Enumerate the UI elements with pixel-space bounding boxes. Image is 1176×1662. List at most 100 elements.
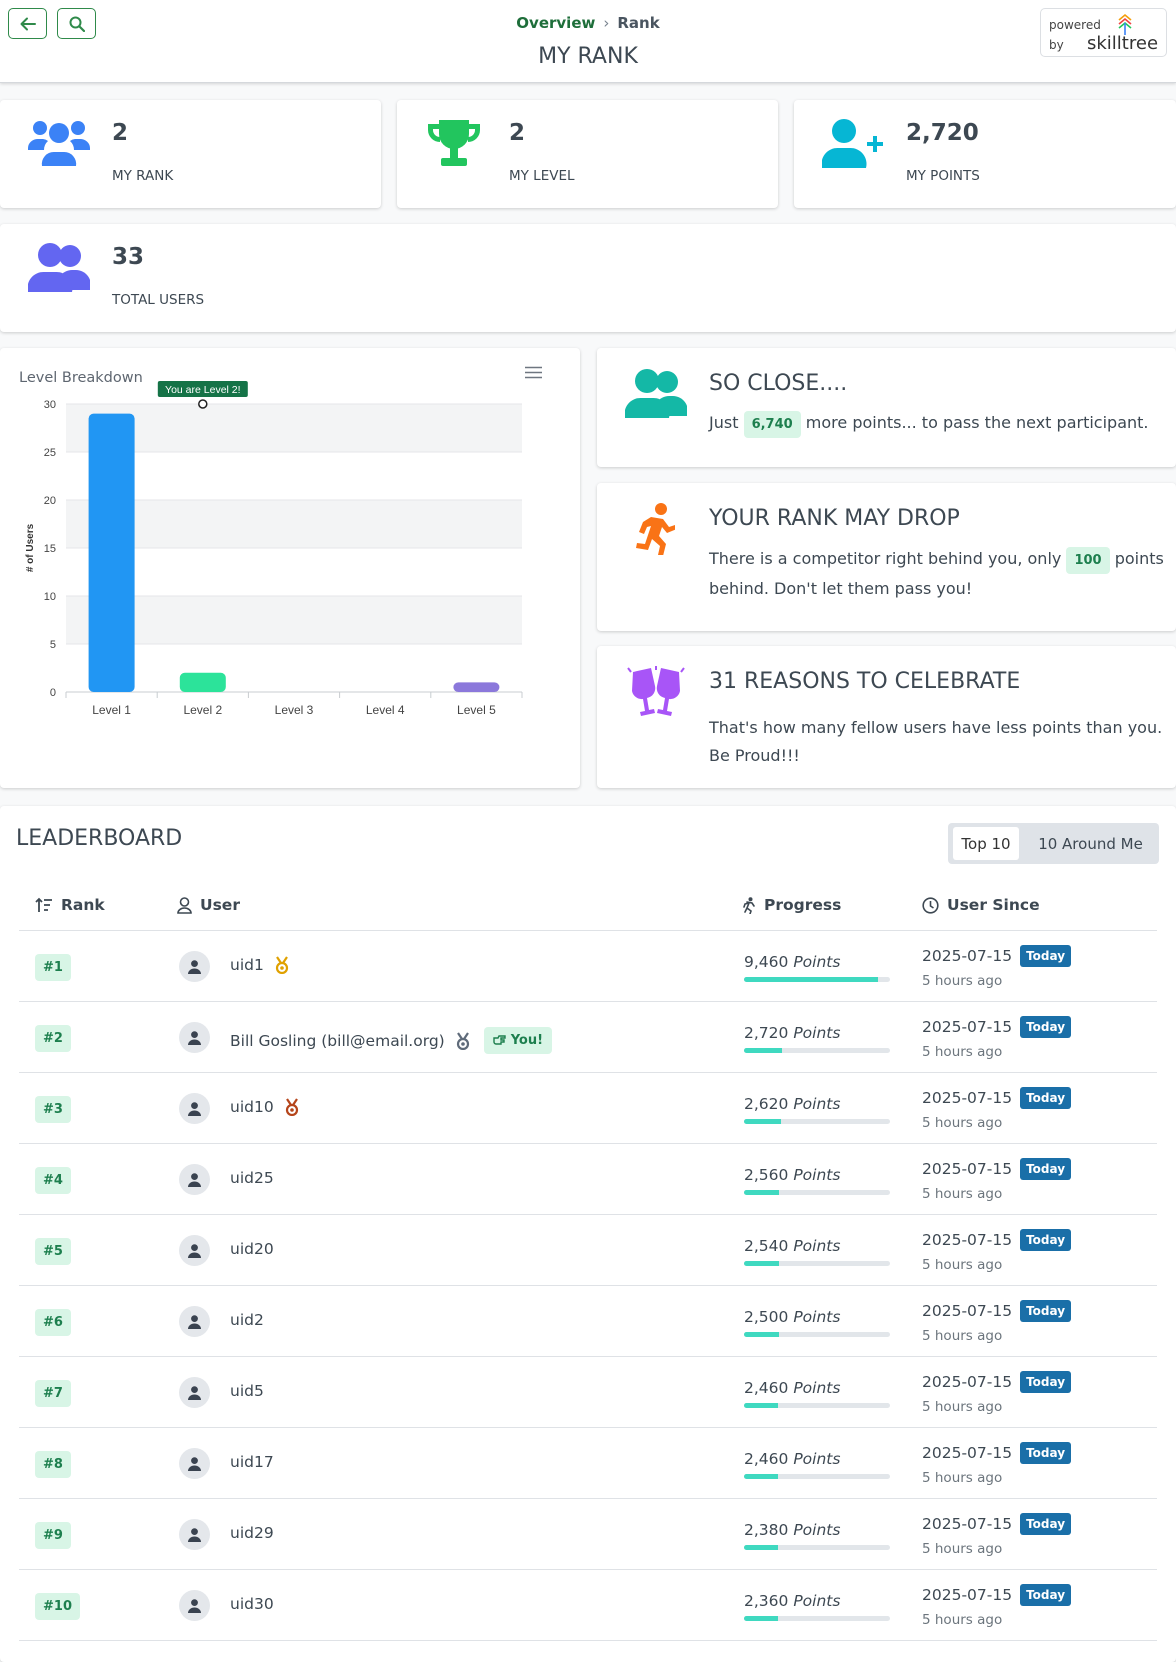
my-rank-value: 2	[112, 120, 129, 146]
running-icon	[743, 896, 755, 914]
user-friends-icon	[625, 369, 687, 418]
points-unit: Points	[793, 1450, 841, 1468]
page-title: MY RANK	[538, 44, 638, 69]
points-value: 2,620 Points	[744, 1095, 840, 1113]
time-ago: 5 hours ago	[922, 1470, 1003, 1486]
annotation-label: You are Level 2!	[165, 384, 241, 396]
bar-level-2	[179, 672, 226, 692]
points-value: 2,460 Points	[744, 1379, 840, 1397]
user-since-date: 2025-07-15	[922, 947, 1013, 965]
user-name-cell: uid2	[230, 1311, 264, 1329]
breadcrumb-overview[interactable]: Overview	[516, 14, 595, 32]
rank-badge: #7	[35, 1380, 71, 1407]
table-row: #10 uid30 2,360 Points 2025-07-15 Today 5…	[19, 1570, 1157, 1641]
reasons-to-celebrate-card: 31 REASONS TO CELEBRATE That's how many …	[597, 646, 1176, 788]
points-unit: Points	[793, 1166, 841, 1184]
avatar	[179, 1306, 210, 1337]
user-name: Bill Gosling (bill@email.org)	[230, 1031, 445, 1050]
points-number: 2,620	[744, 1095, 789, 1113]
table-row: #2 Bill Gosling (bill@email.org) You! 2,…	[19, 1002, 1157, 1073]
points-behind-badge: 100	[1066, 547, 1110, 574]
points-to-pass-badge: 6,740	[743, 411, 801, 438]
rank-column-header[interactable]: Rank	[35, 896, 105, 914]
total-users-value: 33	[112, 244, 145, 270]
y-tick-label: 25	[44, 447, 56, 459]
points-value: 2,720 Points	[744, 1024, 840, 1042]
user-name: uid5	[230, 1382, 264, 1400]
user-name: uid1	[230, 956, 264, 974]
table-row: #9 uid29 2,380 Points 2025-07-15 Today 5 …	[19, 1499, 1157, 1570]
today-badge: Today	[1020, 1584, 1072, 1606]
progress-bar-fill	[744, 1545, 778, 1550]
progress-bar-fill	[744, 1616, 778, 1621]
user-friends-icon	[28, 243, 90, 292]
user-icon	[188, 1101, 201, 1116]
running-icon	[636, 503, 675, 555]
y-axis-label: # of Users	[25, 523, 36, 572]
time-ago: 5 hours ago	[922, 1186, 1003, 1202]
user-since-date: 2025-07-15	[922, 1444, 1013, 1462]
skilltree-logo-icon	[1118, 13, 1132, 35]
avatar	[179, 1164, 210, 1195]
medal-icon	[456, 1031, 469, 1050]
user-icon	[188, 1243, 201, 1258]
progress-bar	[744, 1261, 890, 1266]
user-since-date: 2025-07-15	[922, 1160, 1013, 1178]
user-icon	[188, 1172, 201, 1187]
user-header-label: User	[200, 896, 240, 914]
user-name: uid20	[230, 1240, 274, 1258]
y-tick-label: 15	[44, 543, 56, 555]
clock-icon	[922, 896, 939, 914]
points-number: 2,560	[744, 1166, 789, 1184]
user-since-cell: 2025-07-15 Today	[922, 1158, 1072, 1180]
top-10-button[interactable]: Top 10	[953, 827, 1019, 860]
progress-bar	[744, 1190, 890, 1195]
user-plus-icon	[822, 119, 883, 168]
user-name-cell: uid30	[230, 1595, 274, 1613]
today-badge: Today	[1020, 1087, 1072, 1109]
user-since-cell: 2025-07-15 Today	[922, 1442, 1072, 1464]
you-label: You!	[510, 1033, 544, 1048]
so-close-title: SO CLOSE....	[709, 371, 848, 396]
stat-card-my-rank: 2 MY RANK	[0, 100, 381, 208]
x-tick-label: Level 2	[183, 703, 222, 717]
user-name: uid25	[230, 1169, 274, 1187]
around-me-button[interactable]: 10 Around Me	[1028, 827, 1153, 860]
today-badge: Today	[1020, 945, 1072, 967]
points-unit: Points	[793, 1095, 841, 1113]
user-name-cell: uid25	[230, 1169, 274, 1187]
points-number: 2,460	[744, 1450, 789, 1468]
bar-level-1	[88, 413, 135, 692]
table-row: #6 uid2 2,500 Points 2025-07-15 Today 5 h…	[19, 1286, 1157, 1357]
level-breakdown-chart: 0 5 10 15 20 25 30 Level 1 Level 2 Level 3 Level 4…	[25, 381, 523, 717]
table-row: #7 uid5 2,460 Points 2025-07-15 Today 5 h…	[19, 1357, 1157, 1428]
progress-bar-fill	[744, 1119, 781, 1124]
rank-may-drop-card: YOUR RANK MAY DROP There is a competitor…	[597, 483, 1176, 631]
points-unit: Points	[793, 1379, 841, 1397]
progress-bar-fill	[744, 1190, 780, 1195]
points-number: 2,380	[744, 1521, 789, 1539]
my-level-value: 2	[509, 120, 526, 146]
user-name-cell: uid29	[230, 1524, 274, 1542]
points-unit: Points	[793, 1308, 841, 1326]
annotation-marker	[198, 399, 208, 409]
page-header: Overview › Rank MY RANK powered by skilltr…	[0, 0, 1176, 83]
points-unit: Points	[793, 1237, 841, 1255]
user-icon	[188, 959, 201, 974]
powered-by-badge[interactable]: powered by skilltree	[1040, 8, 1167, 57]
today-badge: Today	[1020, 1300, 1072, 1322]
breadcrumb-rank: Rank	[617, 14, 660, 32]
points-unit: Points	[793, 1521, 841, 1539]
progress-bar-fill	[744, 1261, 780, 1266]
progress-bar	[744, 1545, 890, 1550]
user-icon	[188, 1456, 201, 1471]
table-row: #1 uid1 9,460 Points 2025-07-15 Today 5 h…	[19, 931, 1157, 1002]
time-ago: 5 hours ago	[922, 1328, 1003, 1344]
progress-header-label: Progress	[764, 896, 842, 914]
breadcrumb: Overview › Rank	[0, 14, 1176, 32]
user-icon	[188, 1314, 201, 1329]
bar-level-5	[453, 682, 500, 692]
rank-badge: #9	[35, 1522, 71, 1549]
progress-bar	[744, 1616, 890, 1621]
brand-name: skilltree	[1087, 33, 1159, 54]
